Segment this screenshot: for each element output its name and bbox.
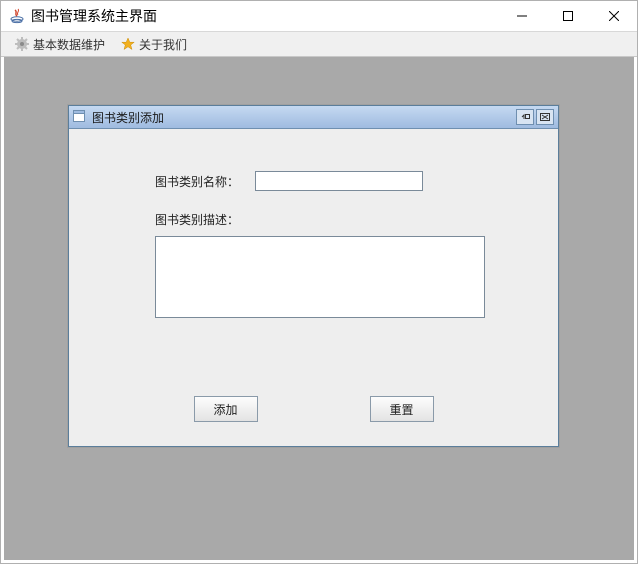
java-app-icon xyxy=(9,8,25,24)
menu-basic-data[interactable]: 基本数据维护 xyxy=(7,34,113,55)
window-title: 图书管理系统主界面 xyxy=(31,6,157,26)
menu-basic-data-label: 基本数据维护 xyxy=(33,36,105,53)
category-desc-textarea[interactable] xyxy=(155,236,485,318)
menu-about-label: 关于我们 xyxy=(139,36,187,53)
internal-frame-maximize-button[interactable] xyxy=(516,109,534,125)
internal-frame-titlebar: 图书类别添加 xyxy=(69,106,558,129)
menu-about[interactable]: 关于我们 xyxy=(113,34,195,55)
star-icon xyxy=(121,37,135,51)
mdi-workspace: 图书类别添加 图书类别名 xyxy=(1,57,637,563)
frame-window-icon xyxy=(73,110,87,124)
gear-icon xyxy=(15,37,29,51)
minimize-button[interactable] xyxy=(499,1,545,32)
titlebar: 图书管理系统主界面 xyxy=(1,1,637,32)
category-name-label: 图书类别名称： xyxy=(155,173,255,190)
add-button[interactable]: 添加 xyxy=(194,396,258,422)
internal-frame-title: 图书类别添加 xyxy=(92,109,164,126)
menubar: 基本数据维护 关于我们 xyxy=(1,32,637,57)
category-name-input[interactable] xyxy=(255,171,423,191)
internal-frame-add-category: 图书类别添加 图书类别名 xyxy=(68,105,559,447)
main-window: 图书管理系统主界面 xyxy=(0,0,638,564)
internal-frame-close-button[interactable] xyxy=(536,109,554,125)
category-desc-label: 图书类别描述： xyxy=(155,211,530,228)
reset-button[interactable]: 重置 xyxy=(370,396,434,422)
internal-frame-body: 图书类别名称： 图书类别描述： 添加 重置 xyxy=(69,129,558,446)
maximize-button[interactable] xyxy=(545,1,591,32)
close-button[interactable] xyxy=(591,1,637,32)
